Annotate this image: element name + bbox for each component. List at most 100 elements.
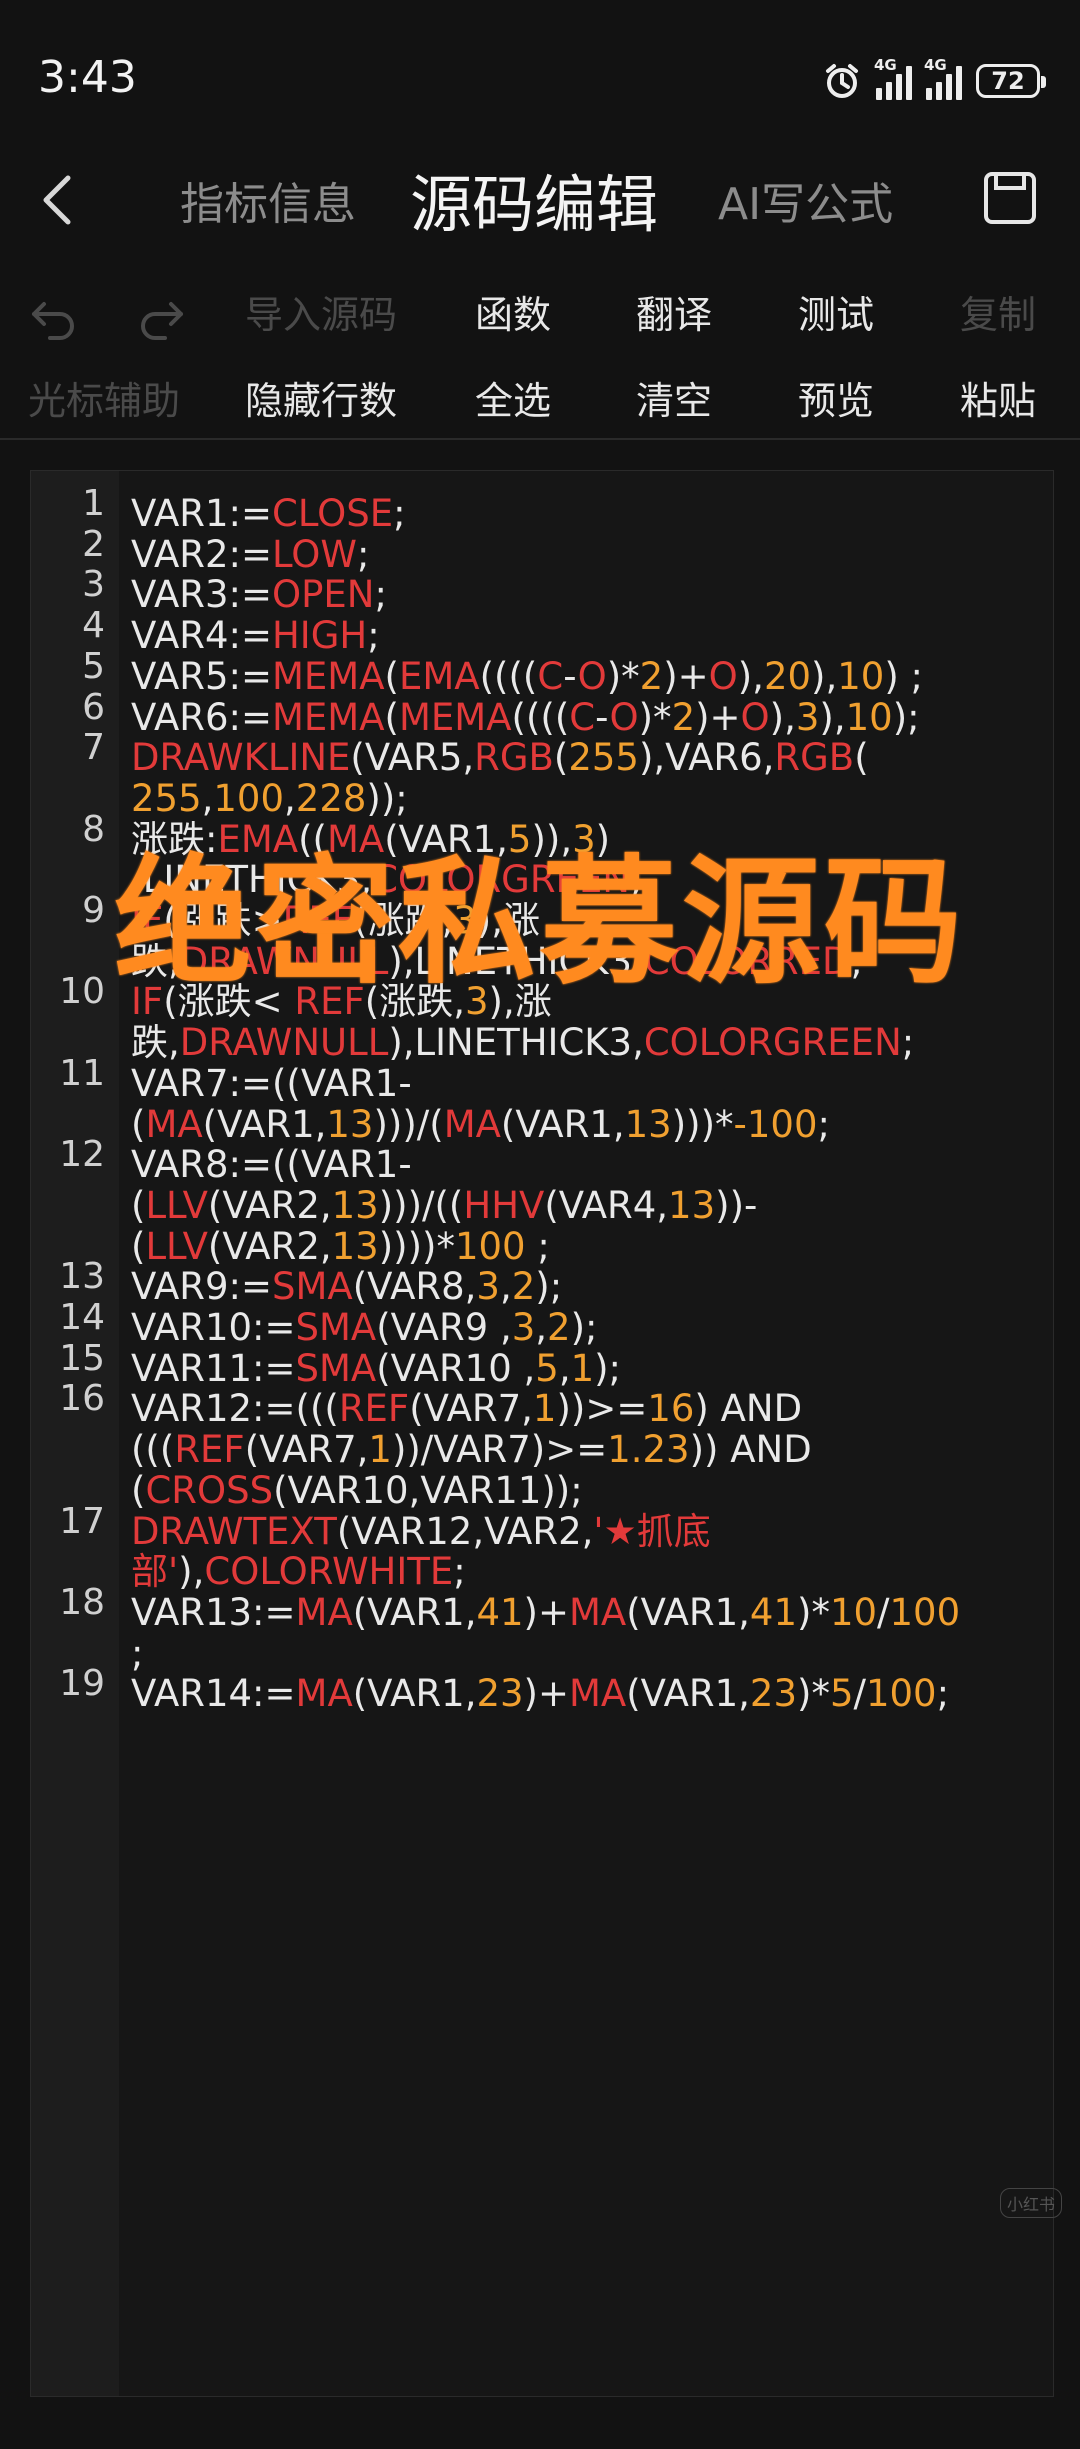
code-line[interactable]: VAR5:=MEMA(EMA((((C-O)*2)+O),20),10) ; [131, 654, 923, 700]
code-token: / [853, 1672, 866, 1716]
code-token: MA [295, 1672, 353, 1716]
code-token: ( [131, 1468, 146, 1512]
code-line[interactable]: DRAWKLINE(VAR5,RGB(255),VAR6,RGB( [131, 735, 869, 781]
tab-indicator-info[interactable]: 指标信息 [180, 168, 356, 232]
code-token: ) ; [884, 654, 924, 698]
code-line[interactable]: (MA(VAR1,13)))/(MA(VAR1,13)))*-100; [131, 1102, 830, 1148]
code-line[interactable]: VAR4:=HIGH; [131, 613, 380, 659]
code-token: MEMA [271, 654, 385, 698]
code-token: ( [384, 654, 399, 698]
code-token: ; [374, 573, 387, 617]
line-number: 7 [82, 727, 105, 769]
line-number: 11 [59, 1052, 105, 1094]
code-token: ( [384, 695, 399, 739]
code-token: VAR7:=((VAR1- [131, 1061, 412, 1105]
code-token: RGB [474, 736, 554, 780]
status-bar: 3:43 4G 4G 72 [0, 0, 1080, 150]
code-token: ; [817, 1102, 830, 1146]
code-token: REF [174, 1428, 245, 1472]
select-all-button[interactable]: 全选 [475, 370, 551, 425]
test-button[interactable]: 测试 [798, 284, 874, 339]
code-token: )))* [671, 1102, 734, 1146]
code-editor[interactable]: 1 2 3 4 5 6 7 8 9 10 11 12 13 14 15 16 17 18 19 VAR1:=CLOS… [30, 470, 1054, 2397]
code-line[interactable]: VAR6:=MEMA(MEMA((((C-O)*2)+O),3),10); [131, 695, 920, 741]
line-number: 17 [59, 1500, 105, 1542]
code-token: ) AND [694, 1387, 803, 1431]
header: 指标信息 源码编辑 AI写公式 [0, 150, 1080, 260]
code-token: 10 [845, 695, 893, 739]
code-line[interactable]: VAR2:=LOW; [131, 532, 369, 578]
tab-source-edit[interactable]: 源码编辑 [410, 154, 658, 244]
code-line[interactable]: VAR8:=((VAR1- [131, 1142, 412, 1188]
back-icon[interactable] [30, 170, 90, 230]
line-number: 3 [82, 564, 105, 606]
code-line[interactable]: 跌,DRAWNULL),LINETHICK3,COLORGREEN; [131, 1020, 914, 1066]
code-token: 3 [511, 1306, 536, 1349]
hide-line-numbers-button[interactable]: 隐藏行数 [245, 370, 397, 425]
code-line[interactable]: VAR12:=(((REF(VAR7,1))>=16) AND [131, 1386, 802, 1432]
code-line[interactable]: 部'),COLORWHITE; [131, 1549, 466, 1595]
code-line[interactable]: VAR11:=SMA(VAR10 ,5,1); [131, 1346, 621, 1392]
redo-icon[interactable] [135, 294, 185, 340]
code-line[interactable]: (LLV(VAR2,13))))*100 ; [131, 1224, 550, 1270]
code-token: 41 [749, 1590, 798, 1634]
code-line[interactable]: VAR3:=OPEN; [131, 572, 387, 618]
code-token: 3 [476, 1265, 500, 1309]
code-token: LLV [145, 1224, 208, 1268]
paste-button[interactable]: 粘贴 [960, 370, 1036, 425]
code-token: 1 [570, 1346, 595, 1390]
function-button[interactable]: 函数 [475, 284, 551, 339]
code-token: 3 [795, 695, 820, 739]
toolbar-row-1: 导入源码 函数 翻译 测试 复制 [0, 284, 1080, 354]
code-line[interactable]: ; [131, 1631, 143, 1677]
code-token: C [537, 654, 564, 698]
line-number: 2 [82, 523, 105, 565]
cursor-assist-button[interactable]: 光标辅助 [28, 370, 180, 425]
code-token: 跌, [131, 1021, 180, 1065]
line-number: 19 [59, 1663, 105, 1705]
code-token: REF [338, 1387, 410, 1431]
code-token: 10 [829, 1590, 878, 1634]
code-token: SMA [271, 1265, 353, 1309]
import-source-button[interactable]: 导入源码 [245, 284, 397, 339]
code-line[interactable]: VAR14:=MA(VAR1,23)+MA(VAR1,23)*5/100; [131, 1671, 949, 1717]
code-token: SMA [295, 1346, 377, 1390]
translate-button[interactable]: 翻译 [636, 284, 712, 339]
save-icon[interactable] [982, 170, 1038, 226]
code-line[interactable]: VAR10:=SMA(VAR9 ,3,2); [131, 1305, 597, 1351]
code-token: VAR6:= [131, 695, 272, 739]
code-token: MA [295, 1590, 353, 1634]
line-number: 12 [59, 1134, 105, 1176]
code-line[interactable]: VAR7:=((VAR1- [131, 1061, 412, 1107]
preview-button[interactable]: 预览 [798, 370, 874, 425]
code-line[interactable]: (CROSS(VAR10,VAR11)); [131, 1468, 583, 1514]
code-token: (VAR1, [626, 1590, 750, 1634]
code-token: - [595, 695, 610, 739]
code-token: VAR11:= [131, 1346, 296, 1390]
code-line[interactable]: DRAWTEXT(VAR12,VAR2,'★抓底 [131, 1509, 711, 1555]
code-token: ))- [715, 1183, 758, 1227]
code-line[interactable]: (LLV(VAR2,13)))/((HHV(VAR4,13))- [131, 1183, 757, 1229]
signal-label: 4G [874, 56, 897, 74]
copy-button[interactable]: 复制 [960, 284, 1036, 339]
code-token: DRAWKLINE [131, 736, 351, 780]
code-line[interactable]: VAR13:=MA(VAR1,41)+MA(VAR1,41)*10/100 [131, 1590, 960, 1636]
undo-icon[interactable] [30, 294, 80, 340]
line-number: 16 [59, 1378, 105, 1420]
code-token: VAR14:= [131, 1672, 296, 1716]
tab-ai-formula[interactable]: AI写公式 [718, 168, 893, 232]
code-line[interactable]: VAR9:=SMA(VAR8,3,2); [131, 1264, 562, 1310]
code-token: , [558, 1346, 571, 1390]
code-token: )+ [523, 1590, 569, 1634]
line-number: 18 [59, 1581, 105, 1623]
code-token: VAR8:=((VAR1- [131, 1143, 412, 1187]
code-token: 1 [532, 1387, 557, 1431]
clear-button[interactable]: 清空 [636, 370, 712, 425]
code-line[interactable]: VAR1:=CLOSE; [131, 491, 406, 537]
code-line[interactable]: (((REF(VAR7,1))/VAR7)>=1.23)) AND [131, 1427, 812, 1473]
code-token: ; [901, 1021, 915, 1065]
code-token: (VAR2, [207, 1224, 332, 1268]
code-token: O [740, 695, 770, 739]
code-token: CROSS [145, 1468, 274, 1512]
code-token: ( [553, 736, 569, 780]
